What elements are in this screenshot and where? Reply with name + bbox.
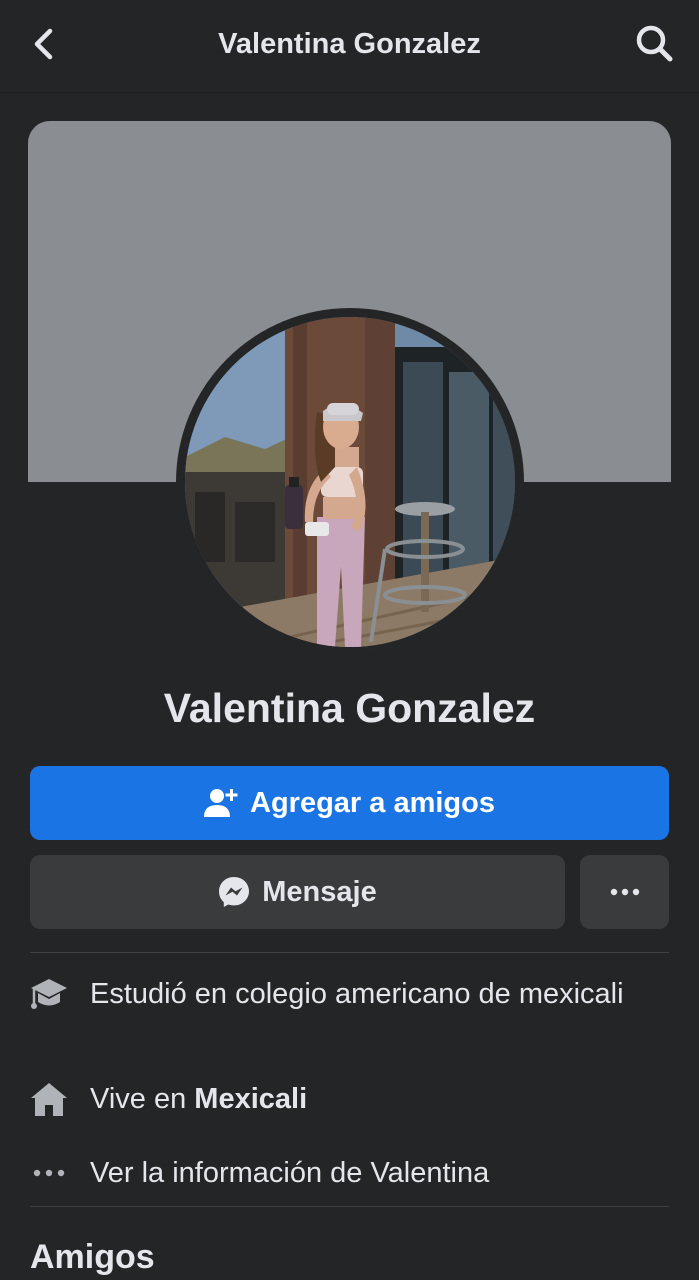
more-icon bbox=[30, 1154, 68, 1192]
friends-section-title: Amigos bbox=[30, 1238, 155, 1276]
search-icon bbox=[636, 25, 673, 62]
see-info-row[interactable]: Ver la información de Valentina bbox=[30, 1154, 669, 1194]
more-icon bbox=[610, 888, 639, 896]
more-options-button[interactable] bbox=[580, 855, 669, 929]
profile-picture-frame bbox=[176, 308, 524, 656]
search-button[interactable] bbox=[633, 20, 677, 68]
profile-picture[interactable] bbox=[185, 317, 515, 647]
lives-in-row: Vive en Mexicali bbox=[30, 1080, 669, 1120]
education-text: Estudió en colegio americano de mexicali bbox=[90, 978, 624, 1010]
add-friend-icon bbox=[204, 789, 238, 817]
back-button[interactable] bbox=[22, 20, 66, 68]
graduation-cap-icon bbox=[30, 975, 68, 1013]
header-title: Valentina Gonzalez bbox=[218, 28, 481, 60]
messenger-icon bbox=[219, 877, 250, 907]
message-button[interactable]: Mensaje bbox=[30, 855, 565, 929]
home-icon bbox=[30, 1080, 68, 1118]
lives-in-text: Vive en Mexicali bbox=[90, 1081, 669, 1118]
chevron-left-icon bbox=[34, 28, 53, 60]
add-friend-button[interactable]: Agregar a amigos bbox=[30, 766, 669, 840]
education-row: Estudió en colegio americano de mexicali bbox=[30, 975, 669, 1051]
divider bbox=[30, 952, 669, 953]
profile-name: Valentina Gonzalez bbox=[163, 685, 536, 731]
message-label: Mensaje bbox=[262, 875, 377, 908]
top-bar: Valentina Gonzalez bbox=[0, 0, 699, 93]
lives-in-city-link[interactable]: Mexicali bbox=[194, 1083, 307, 1115]
divider bbox=[30, 1206, 669, 1207]
add-friend-label: Agregar a amigos bbox=[250, 786, 495, 819]
see-info-text: Ver la información de Valentina bbox=[90, 1157, 490, 1189]
lives-in-prefix: Vive en bbox=[90, 1083, 187, 1115]
